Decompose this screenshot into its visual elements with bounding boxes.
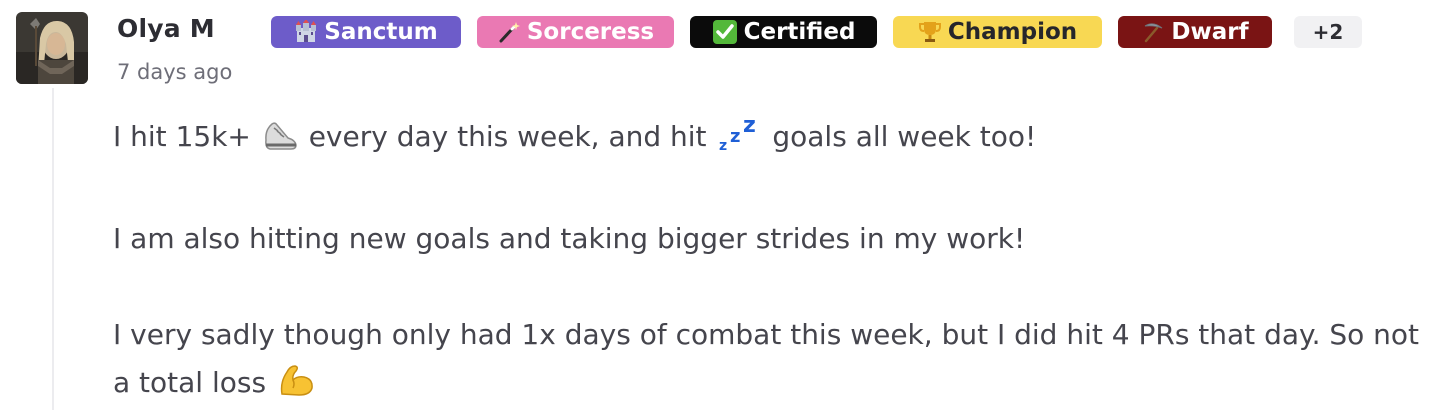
badge-label: Sanctum [324, 19, 438, 45]
author-name[interactable]: Olya M [117, 14, 215, 43]
more-badges-button[interactable]: +2 [1294, 16, 1362, 48]
badge-sanctum[interactable]: Sanctum [271, 16, 461, 48]
trophy-icon [918, 20, 942, 44]
badge-certified[interactable]: Certified [690, 16, 877, 48]
badge-label: Certified [743, 19, 856, 45]
badge-sorceress[interactable]: Sorceress [477, 16, 674, 48]
post-paragraph: I very sadly though only had 1x days of … [113, 311, 1433, 413]
sneaker-icon [262, 118, 298, 167]
post-text: I hit 15k+ [113, 120, 251, 153]
warrior-avatar-icon [16, 12, 88, 84]
flexed-biceps-icon [277, 362, 315, 413]
magic-wand-icon [497, 20, 521, 44]
badge-label: Champion [947, 19, 1078, 45]
svg-text:z: z [743, 113, 756, 138]
post-text: every day this week, and hit [308, 120, 707, 153]
post-timestamp: 7 days ago [117, 60, 233, 84]
pickaxe-icon [1141, 20, 1165, 44]
badge-champion[interactable]: Champion [893, 16, 1102, 48]
castle-icon [294, 20, 318, 44]
post-paragraph: I hit 15k+ every day this week, and hit … [113, 112, 1433, 167]
post-paragraph: I am also hitting new goals and taking b… [113, 222, 1026, 255]
badge-dwarf[interactable]: Dwarf [1118, 16, 1272, 48]
avatar[interactable] [16, 12, 88, 84]
badge-label: Sorceress [526, 19, 655, 45]
badge-label: Dwarf [1171, 19, 1249, 45]
svg-text:z: z [730, 126, 740, 147]
check-icon [712, 19, 738, 45]
thread-line [52, 88, 54, 410]
post-body: I hit 15k+ every day this week, and hit … [113, 112, 1433, 413]
sleep-zzz-icon: z z z [717, 112, 761, 167]
post-text: goals all week too! [772, 120, 1037, 153]
svg-text:z: z [719, 138, 727, 152]
